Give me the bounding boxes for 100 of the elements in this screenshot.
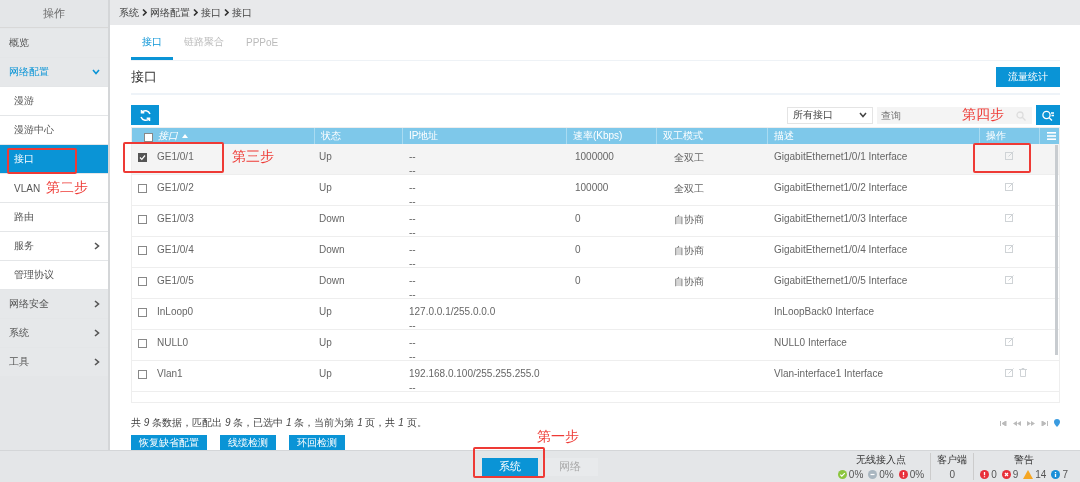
- sidebar-item[interactable]: 服务: [0, 232, 108, 260]
- edit-icon[interactable]: [1005, 337, 1014, 346]
- column-header[interactable]: 描述: [774, 129, 794, 143]
- table-cell: --: [409, 196, 416, 207]
- table-cell: GE1/0/5: [157, 275, 194, 286]
- annotation-frame: [473, 447, 545, 478]
- annotation-label: 第四步: [962, 106, 1004, 124]
- table-cell: Up: [319, 368, 332, 379]
- tab[interactable]: 接口: [131, 27, 173, 60]
- chevron-right-icon: [193, 9, 198, 16]
- table-cell: --: [409, 227, 416, 238]
- table-cell: Up: [319, 306, 332, 317]
- column-header[interactable]: 状态: [321, 129, 341, 143]
- search-button[interactable]: [1036, 105, 1060, 125]
- table-cell: 全双工: [674, 151, 704, 165]
- table-cell: 自协商: [674, 244, 704, 258]
- table-cell: NULL0 Interface: [774, 337, 847, 348]
- row-checkbox[interactable]: [138, 215, 147, 224]
- table-cell: Up: [319, 337, 332, 348]
- column-list-icon[interactable]: [1047, 132, 1056, 140]
- last-page-icon[interactable]: [1041, 420, 1048, 426]
- action-button[interactable]: 恢复缺省配置: [131, 435, 207, 450]
- row-checkbox[interactable]: [138, 184, 147, 193]
- exclamation-circle-icon: [980, 470, 990, 479]
- sidebar-item[interactable]: 漫游: [0, 87, 108, 115]
- breadcrumb-item[interactable]: 接口: [232, 5, 252, 20]
- table-cell: GE1/0/1: [157, 151, 194, 162]
- status-count: 0: [991, 469, 997, 480]
- breadcrumb-item[interactable]: 接口: [201, 5, 221, 20]
- location-pin-icon[interactable]: [1054, 419, 1060, 427]
- info-circle-icon: [1051, 470, 1061, 479]
- chevron-right-icon: [94, 358, 100, 366]
- first-page-icon[interactable]: [1000, 420, 1007, 426]
- action-button[interactable]: 线缆检测: [220, 435, 276, 450]
- table-cell: InLoop0: [157, 306, 194, 317]
- table-cell: NULL0: [157, 337, 189, 348]
- mode-tab[interactable]: 网络: [542, 457, 598, 476]
- chevron-right-icon: [142, 9, 147, 16]
- edit-icon[interactable]: [1005, 244, 1014, 253]
- sidebar-item[interactable]: 接口: [0, 145, 108, 173]
- sidebar-item[interactable]: 管理协议: [0, 261, 108, 289]
- traffic-stats-button[interactable]: 流量统计: [996, 67, 1060, 87]
- table-cell: GigabitEthernet1/0/5 Interface: [774, 275, 908, 286]
- section-title: 接口: [131, 68, 157, 86]
- chevron-down-icon: [92, 69, 100, 75]
- next-page-icon[interactable]: [1027, 420, 1035, 426]
- column-header[interactable]: 操作: [986, 129, 1006, 143]
- cross-circle-icon: [1001, 470, 1011, 479]
- select-all-checkbox[interactable]: [144, 132, 153, 142]
- trash-icon[interactable]: [1019, 368, 1027, 377]
- row-checkbox[interactable]: [138, 339, 147, 348]
- edit-icon[interactable]: [1005, 275, 1014, 284]
- breadcrumb-item[interactable]: 系统: [119, 5, 139, 20]
- row-checkbox[interactable]: [138, 153, 147, 162]
- status-group-title: 无线接入点: [856, 453, 906, 467]
- row-checkbox[interactable]: [138, 246, 147, 255]
- column-header[interactable]: 接口: [158, 129, 178, 143]
- breadcrumb-item[interactable]: 网络配置: [150, 5, 190, 20]
- table-cell: --: [409, 382, 416, 393]
- table-cell: Vlan-interface1 Interface: [774, 368, 883, 379]
- action-button[interactable]: 环回检测: [289, 435, 345, 450]
- table-cell: GE1/0/3: [157, 213, 194, 224]
- edit-icon[interactable]: [1005, 182, 1014, 191]
- row-checkbox[interactable]: [138, 308, 147, 317]
- sidebar-item[interactable]: 漫游中心: [0, 116, 108, 144]
- sort-ascending-icon[interactable]: [182, 134, 188, 138]
- table-cell: --: [409, 165, 416, 176]
- table-cell: GigabitEthernet1/0/4 Interface: [774, 244, 908, 255]
- sidebar-item[interactable]: 路由: [0, 203, 108, 231]
- table-cell: 0: [575, 213, 581, 224]
- status-count: 0%: [879, 469, 894, 480]
- refresh-button[interactable]: [131, 105, 159, 125]
- refresh-icon: [138, 108, 152, 122]
- chevron-right-icon: [94, 300, 100, 308]
- table-cell: Vlan1: [157, 368, 183, 379]
- table-cell: --: [409, 258, 416, 269]
- edit-icon[interactable]: [1005, 213, 1014, 222]
- table-cell: GigabitEthernet1/0/3 Interface: [774, 213, 908, 224]
- column-header[interactable]: 双工模式: [663, 129, 703, 143]
- table-cell: 0: [575, 275, 581, 286]
- table-cell: Down: [319, 275, 345, 286]
- interface-filter-dropdown[interactable]: 所有接口: [787, 106, 873, 124]
- tab[interactable]: PPPoE: [235, 27, 290, 60]
- status-count: 7: [1062, 469, 1068, 480]
- row-checkbox[interactable]: [138, 370, 147, 379]
- table-cell: Down: [319, 244, 345, 255]
- row-checkbox[interactable]: [138, 277, 147, 286]
- tab[interactable]: 链路聚合: [173, 27, 235, 60]
- status-count: 0%: [848, 469, 864, 480]
- edit-icon[interactable]: [1005, 151, 1014, 160]
- mode-tab[interactable]: 系统: [482, 457, 538, 476]
- column-header[interactable]: 速率(Kbps): [573, 129, 623, 143]
- edit-icon[interactable]: [1005, 368, 1014, 377]
- annotation-frame: [973, 143, 1031, 173]
- table-cell: 1000000: [575, 151, 614, 162]
- annotation-label: 第一步: [537, 428, 579, 446]
- previous-page-icon[interactable]: [1013, 420, 1021, 426]
- annotation-label: 第二步: [46, 179, 88, 197]
- column-header[interactable]: IP地址: [409, 129, 439, 143]
- table-cell: InLoopBack0 Interface: [774, 306, 875, 317]
